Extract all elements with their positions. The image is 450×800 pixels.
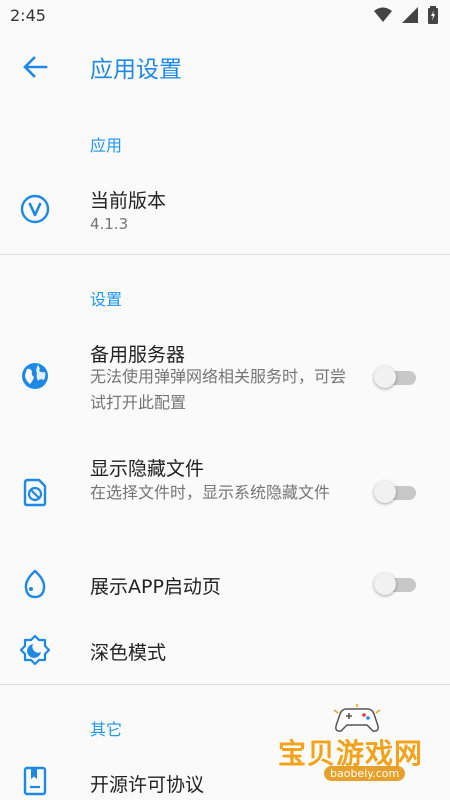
globe-icon <box>22 363 48 389</box>
section-header-other: 其它 <box>90 720 123 739</box>
dark-mode-row[interactable]: 深色模式 <box>0 628 450 674</box>
battery-icon <box>428 6 438 24</box>
gamepad-icon <box>333 704 381 732</box>
watermark-url: baobeiy.com <box>324 766 406 781</box>
watermark-logo: 宝贝游戏网 baobeiy.com <box>270 700 450 800</box>
egg-icon <box>24 569 46 599</box>
version-value: 4.1.3 <box>90 215 129 233</box>
version-title: 当前版本 <box>90 190 167 212</box>
splash-toggle[interactable] <box>374 573 418 595</box>
app-bar: 应用设置 <box>0 32 450 102</box>
wifi-icon <box>374 7 392 22</box>
section-header-app: 应用 <box>90 136 123 155</box>
hidden-files-description: 在选择文件时，显示系统隐藏文件 <box>90 483 331 502</box>
status-icons <box>374 6 438 24</box>
section-header-settings: 设置 <box>90 290 123 309</box>
backup-server-toggle[interactable] <box>374 366 418 388</box>
hidden-files-toggle[interactable] <box>374 481 418 503</box>
splash-title: 展示APP启动页 <box>90 576 221 598</box>
version-row[interactable]: 当前版本 4.1.3 <box>0 176 450 246</box>
hidden-files-row[interactable]: 显示隐藏文件 在选择文件时，显示系统隐藏文件 <box>0 444 450 539</box>
license-document-icon <box>23 766 47 796</box>
status-time: 2:45 <box>10 6 46 25</box>
toggle-thumb <box>374 366 396 388</box>
page-title: 应用设置 <box>90 57 182 83</box>
splash-row[interactable]: 展示APP启动页 <box>0 562 450 608</box>
hidden-file-icon <box>23 478 47 507</box>
toggle-thumb <box>374 481 396 503</box>
backup-server-description: 无法使用弹弹网络相关服务时，可尝试打开此配置 <box>90 367 347 412</box>
hidden-files-title: 显示隐藏文件 <box>90 458 205 480</box>
brightness-icon <box>19 634 51 666</box>
section-divider <box>0 684 450 685</box>
signal-icon <box>402 7 418 23</box>
backup-server-title: 备用服务器 <box>90 344 186 366</box>
backup-server-row[interactable]: 备用服务器 无法使用弹弹网络相关服务时，可尝试打开此配置 <box>0 330 450 420</box>
dark-mode-title: 深色模式 <box>90 642 167 664</box>
license-title: 开源许可协议 <box>90 774 205 796</box>
toggle-thumb <box>374 573 396 595</box>
back-arrow-icon[interactable] <box>18 52 52 82</box>
section-divider <box>0 254 450 255</box>
version-v-icon <box>20 194 50 224</box>
status-bar: 2:45 <box>0 0 450 32</box>
